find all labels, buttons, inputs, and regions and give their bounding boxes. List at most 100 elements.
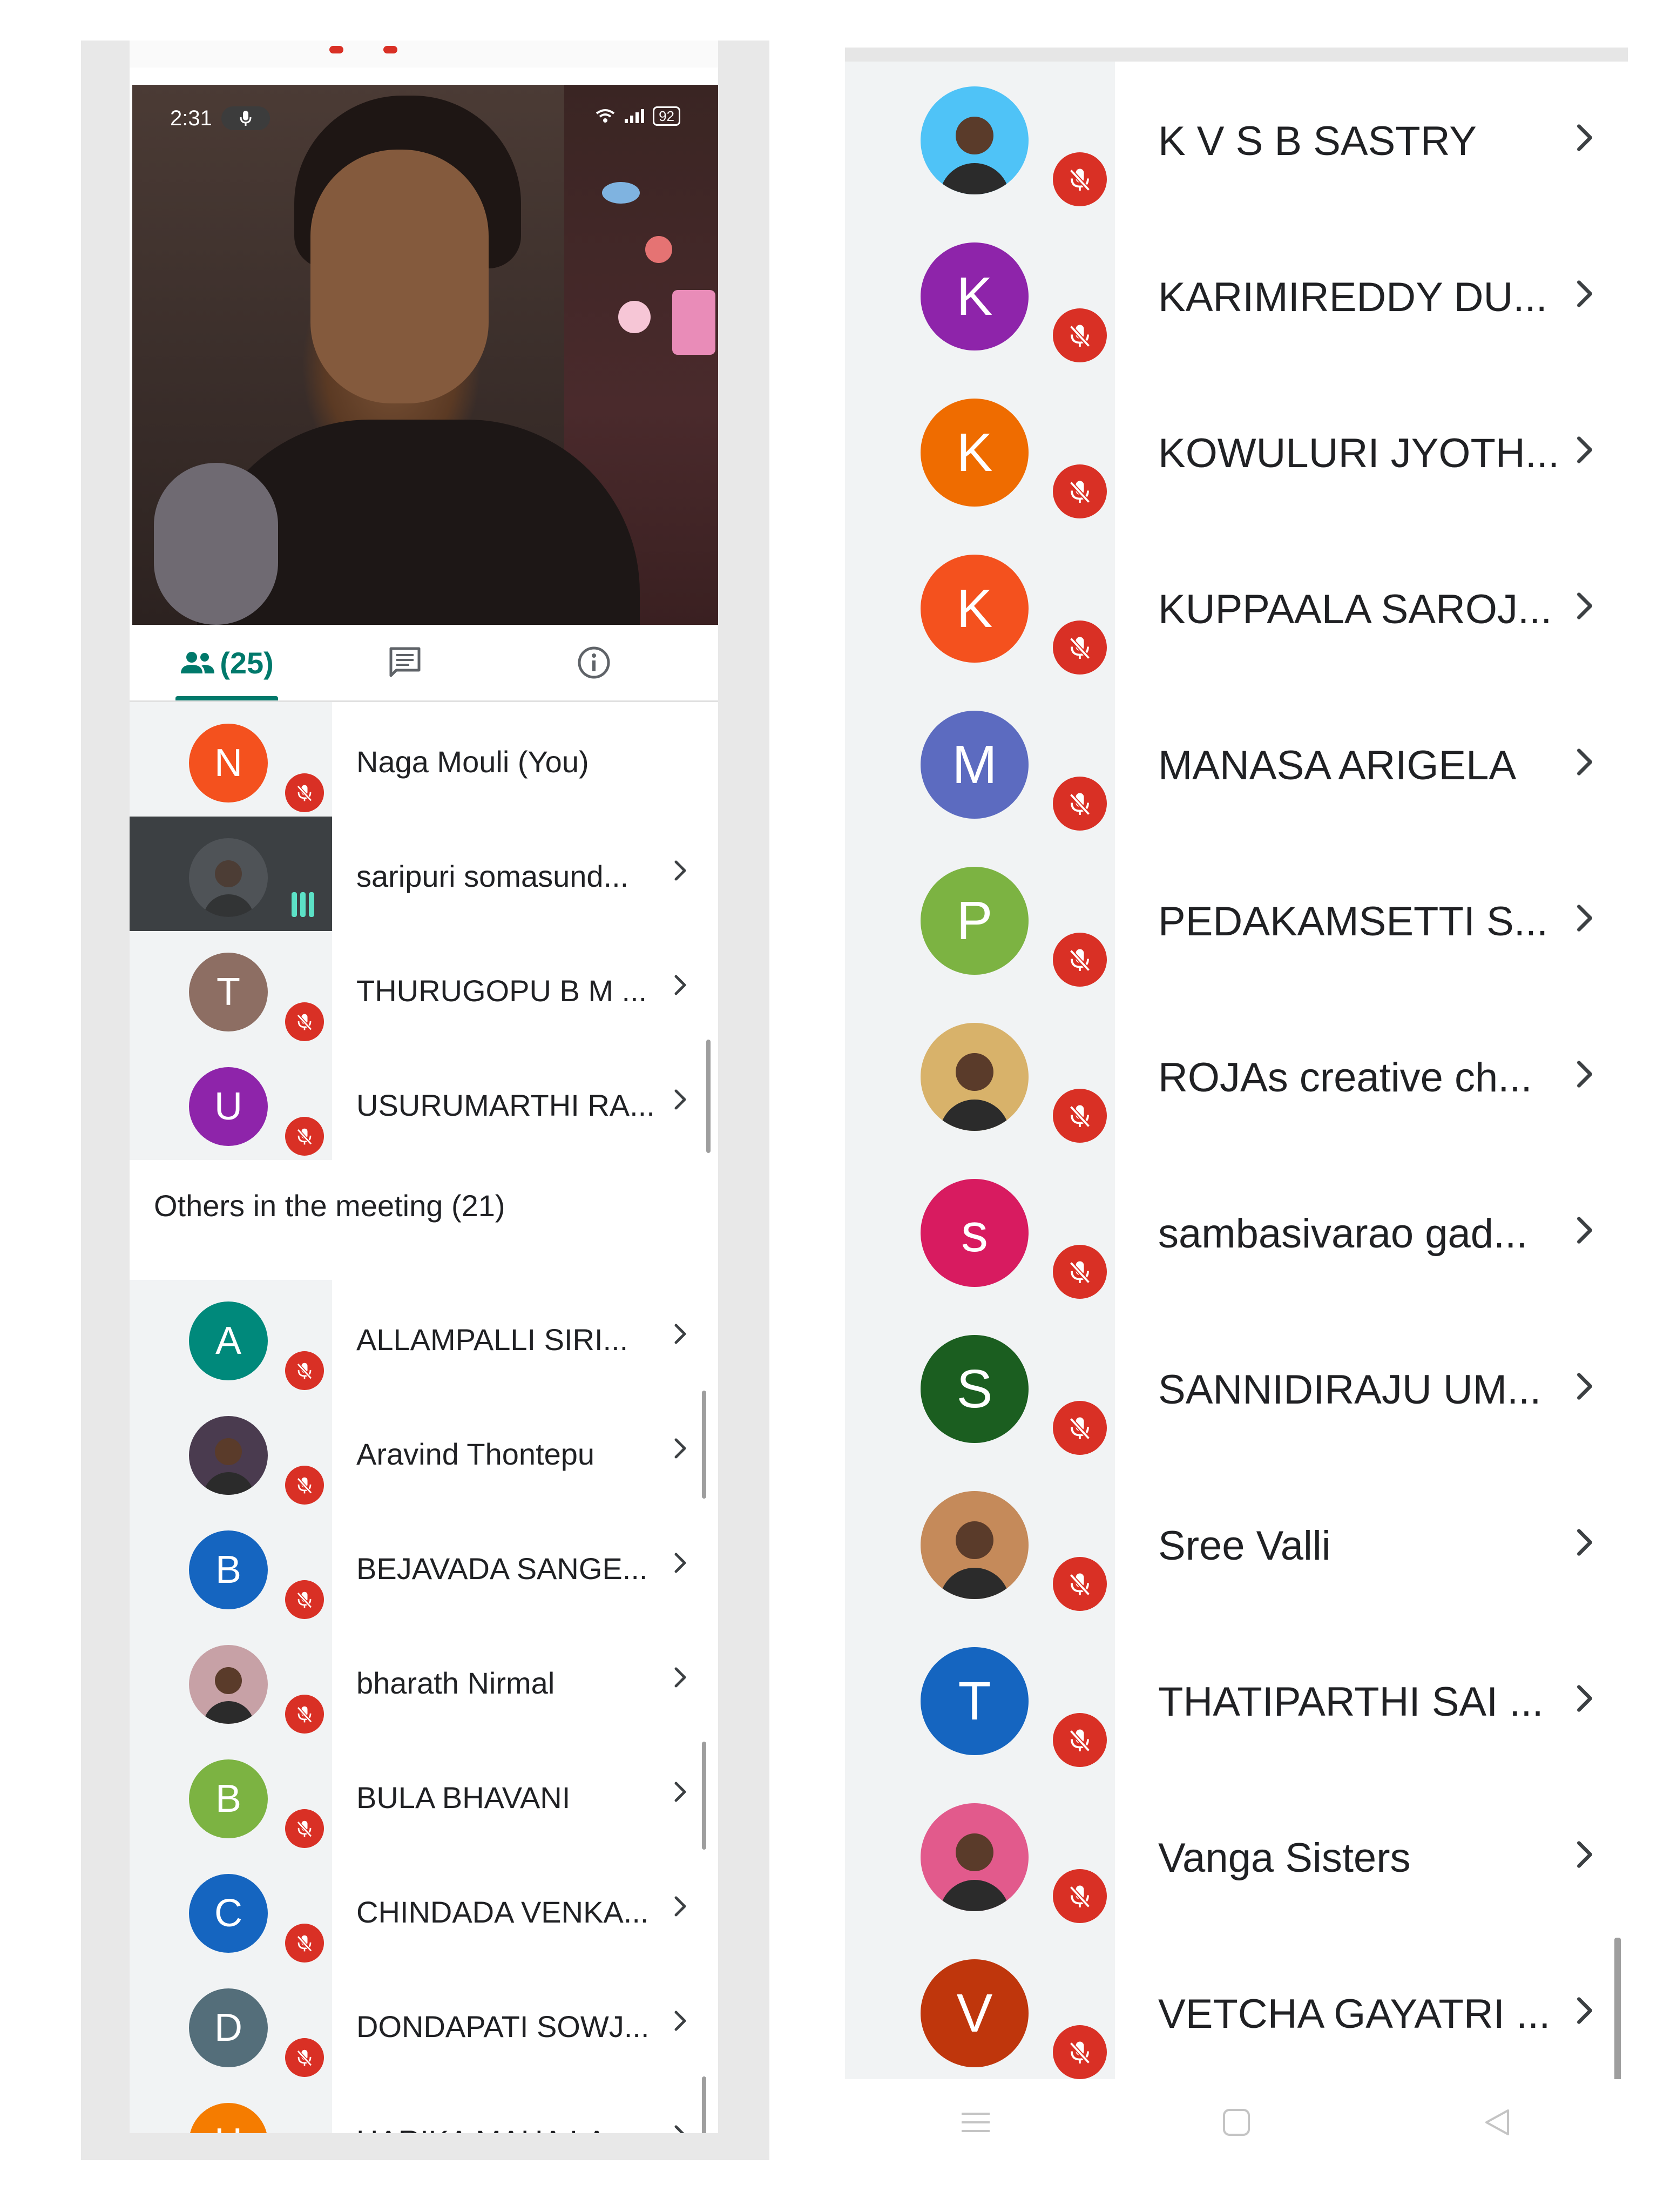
participant-row[interactable]: N Naga Mouli (You): [130, 702, 718, 817]
scrollbar[interactable]: [1614, 1938, 1621, 2079]
scrollbar[interactable]: [702, 1391, 706, 1499]
participant-row[interactable]: K KUPPAALA SAROJ...: [845, 528, 1628, 684]
photo-body: [939, 163, 1010, 194]
participant-name: K V S B SASTRY: [1158, 118, 1477, 164]
avatar: [921, 1023, 1029, 1131]
participant-row[interactable]: K V S B SASTRY: [845, 59, 1628, 216]
mute-badge: [285, 1002, 324, 1041]
avatar: P: [921, 867, 1029, 975]
participant-row[interactable]: Sree Valli: [845, 1464, 1628, 1621]
photo-body: [939, 1100, 1010, 1131]
participant-name: MANASA ARIGELA: [1158, 743, 1517, 788]
avatar-cell: [130, 1623, 332, 1738]
chevron-right-icon[interactable]: [664, 1547, 697, 1579]
chevron-right-icon[interactable]: [1563, 1521, 1606, 1564]
chevron-right-icon[interactable]: [1563, 1365, 1606, 1408]
tab-people[interactable]: (25): [173, 625, 281, 700]
avatar-cell: B: [130, 1509, 332, 1623]
participant-row[interactable]: T THURUGOPU B M ...: [130, 931, 718, 1046]
main-video-tile[interactable]: 2:31 92: [132, 85, 718, 625]
chevron-right-icon[interactable]: [664, 1083, 697, 1116]
nav-home-button[interactable]: [1106, 2079, 1367, 2166]
participant-row[interactable]: S SANNIDIRAJU UM...: [845, 1308, 1628, 1465]
mute-badge: [1053, 933, 1107, 987]
video-person-scarf: [154, 463, 278, 625]
participant-row[interactable]: K KOWULURI JYOTH...: [845, 372, 1628, 528]
chevron-right-icon[interactable]: [664, 2005, 697, 2037]
battery-indicator: 92: [653, 106, 680, 126]
mic-off-icon: [1069, 949, 1091, 972]
mic-off-icon: [1069, 1885, 1091, 1908]
chevron-right-icon[interactable]: [664, 2119, 697, 2133]
participant-row[interactable]: V VETCHA GAYATRI ...: [845, 1932, 1628, 2079]
chevron-right-icon[interactable]: [1563, 272, 1606, 315]
wall-sticker: [618, 301, 651, 333]
chevron-right-icon[interactable]: [1563, 896, 1606, 940]
mic-off-icon: [296, 1935, 313, 1952]
right-top-strip: [845, 48, 1628, 62]
participant-row[interactable]: K KARIMIREDDY DU...: [845, 215, 1628, 372]
chevron-right-icon[interactable]: [664, 1318, 697, 1350]
avatar-cell: M: [845, 684, 1115, 840]
home-icon: [1222, 2109, 1250, 2136]
tab-chat[interactable]: [373, 625, 437, 700]
avatar-cell: S: [845, 1308, 1115, 1465]
participant-name: ALLAMPALLI SIRI...: [356, 1323, 628, 1357]
scrollbar[interactable]: [702, 2076, 706, 2133]
info-icon: [578, 646, 610, 679]
avatar-cell: [845, 996, 1115, 1152]
photo-head: [215, 1667, 242, 1694]
chevron-right-icon[interactable]: [1563, 584, 1606, 628]
chevron-right-icon[interactable]: [664, 969, 697, 1001]
chevron-right-icon[interactable]: [1563, 116, 1606, 159]
mute-badge: [1053, 1245, 1107, 1299]
avatar-cell: K: [845, 372, 1115, 528]
participant-row[interactable]: Vanga Sisters: [845, 1776, 1628, 1933]
avatar: K: [921, 555, 1029, 663]
participant-row[interactable]: ROJAs creative ch...: [845, 996, 1628, 1152]
avatar: C: [189, 1874, 268, 1953]
participant-name: sambasivarao gad...: [1158, 1211, 1528, 1257]
chevron-right-icon[interactable]: [1563, 1209, 1606, 1252]
scrollbar[interactable]: [702, 1742, 706, 1850]
participant-row[interactable]: B BULA BHAVANI: [130, 1738, 718, 1852]
participant-row[interactable]: C CHINDADA VENKA...: [130, 1852, 718, 1967]
photo-head: [956, 1833, 993, 1871]
participant-row[interactable]: H HARIKA MAHA LA...: [130, 2081, 718, 2133]
mute-badge: [1053, 1713, 1107, 1767]
chevron-right-icon[interactable]: [664, 1776, 697, 1808]
back-icon: [1485, 2109, 1510, 2135]
chevron-right-icon[interactable]: [1563, 428, 1606, 471]
nav-back-button[interactable]: [1367, 2079, 1628, 2166]
chevron-right-icon[interactable]: [664, 1432, 697, 1465]
chevron-right-icon[interactable]: [1563, 1053, 1606, 1096]
participant-row[interactable]: D DONDAPATI SOWJ...: [130, 1967, 718, 2081]
participant-row[interactable]: s sambasivarao gad...: [845, 1152, 1628, 1309]
participant-name: PEDAKAMSETTI S...: [1158, 899, 1548, 945]
tab-info[interactable]: [562, 625, 626, 700]
participant-row[interactable]: bharath Nirmal: [130, 1623, 718, 1738]
avatar-cell: N: [130, 702, 332, 817]
top-strip: [130, 41, 718, 68]
chevron-right-icon[interactable]: [1563, 1677, 1606, 1720]
chevron-right-icon[interactable]: [664, 854, 697, 887]
chevron-right-icon[interactable]: [1563, 1833, 1606, 1876]
nav-menu-button[interactable]: [845, 2079, 1106, 2166]
participant-row[interactable]: Aravind Thontepu: [130, 1394, 718, 1509]
participant-row[interactable]: T THATIPARTHI SAI ...: [845, 1620, 1628, 1777]
participant-row[interactable]: U USURUMARTHI RA...: [130, 1046, 718, 1160]
mic-off-icon: [1069, 1105, 1091, 1128]
avatar-cell: C: [130, 1852, 332, 1967]
chevron-right-icon[interactable]: [1563, 740, 1606, 784]
participant-row[interactable]: A ALLAMPALLI SIRI...: [130, 1280, 718, 1394]
participant-row[interactable]: M MANASA ARIGELA: [845, 684, 1628, 840]
chevron-right-icon[interactable]: [664, 1661, 697, 1694]
participant-row[interactable]: P PEDAKAMSETTI S...: [845, 840, 1628, 996]
chevron-right-icon[interactable]: [1563, 1989, 1606, 2032]
participant-row[interactable]: saripuri somasund...: [130, 817, 718, 931]
wall-sticker: [602, 182, 640, 204]
scrollbar[interactable]: [706, 1040, 711, 1153]
chevron-right-icon[interactable]: [664, 1890, 697, 1923]
people-count: (25): [220, 645, 274, 680]
participant-row[interactable]: B BEJAVADA SANGE...: [130, 1509, 718, 1623]
